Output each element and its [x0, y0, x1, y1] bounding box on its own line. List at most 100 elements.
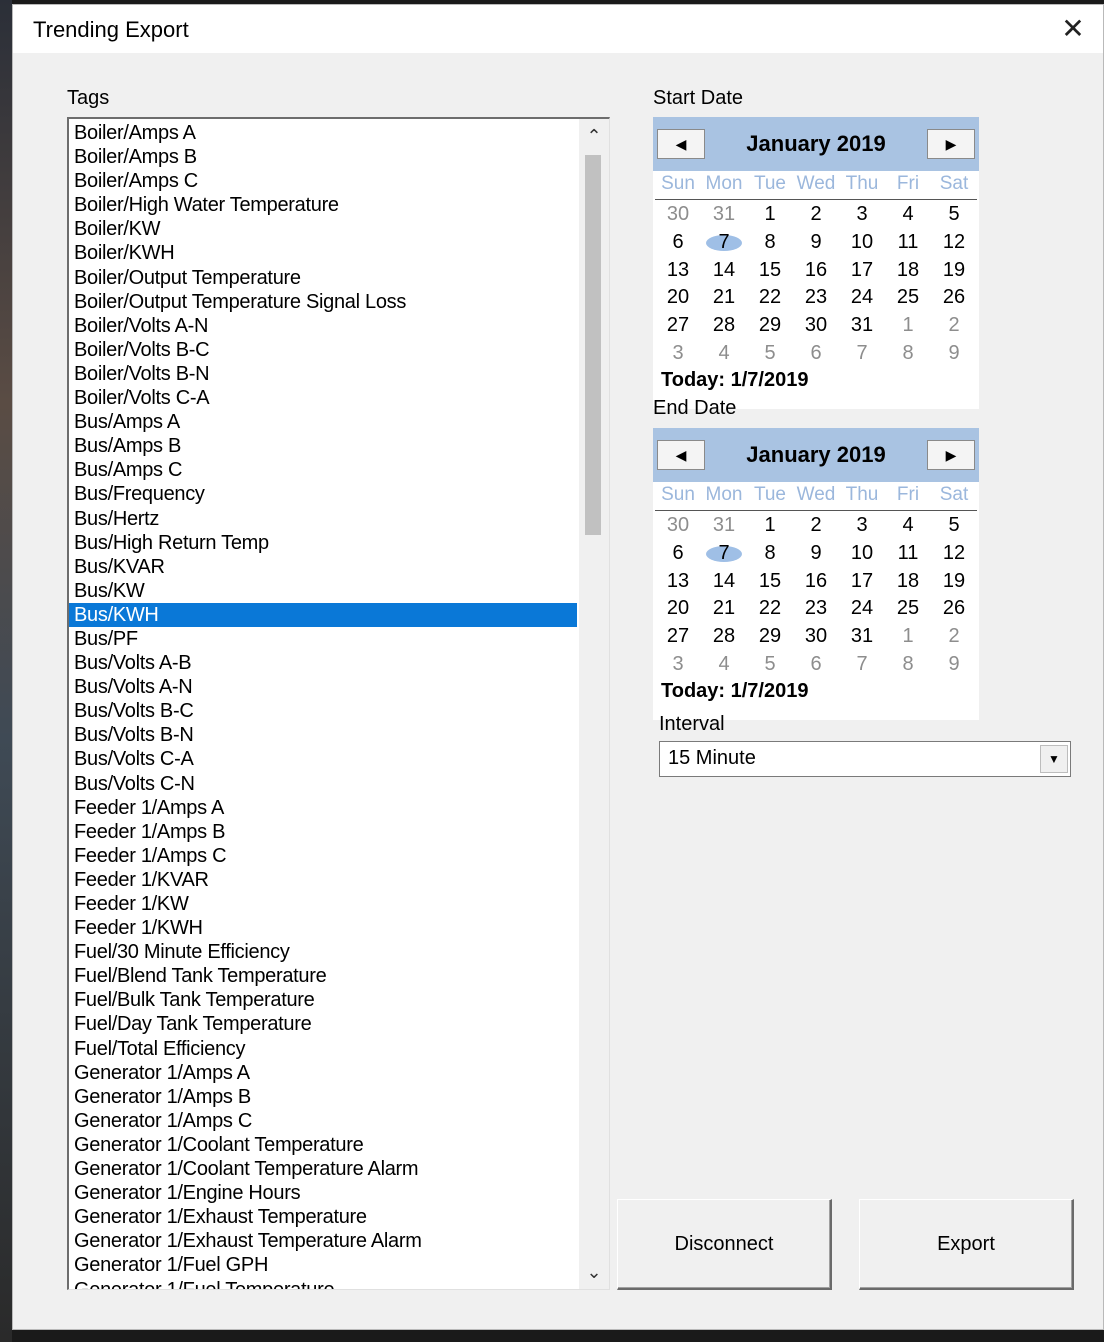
- calendar-day[interactable]: 21: [701, 595, 747, 623]
- tag-list-item[interactable]: Bus/Amps A: [69, 410, 577, 434]
- calendar-day[interactable]: 15: [747, 257, 793, 285]
- calendar-day[interactable]: 8: [747, 540, 793, 568]
- tag-list-item[interactable]: Bus/KW: [69, 579, 577, 603]
- tag-list-item[interactable]: Bus/Hertz: [69, 507, 577, 531]
- calendar-day[interactable]: 13: [655, 257, 701, 285]
- calendar-day[interactable]: 8: [747, 229, 793, 257]
- calendar-day[interactable]: 12: [931, 540, 977, 568]
- tag-list-item[interactable]: Bus/Amps C: [69, 458, 577, 482]
- scroll-up-button[interactable]: ⌃: [579, 121, 609, 151]
- tag-list-item[interactable]: Boiler/Volts A-N: [69, 314, 577, 338]
- calendar-day[interactable]: 18: [885, 257, 931, 285]
- calendar-day[interactable]: 29: [747, 312, 793, 340]
- tags-scrollbar[interactable]: ⌃ ⌄: [579, 119, 609, 1289]
- tag-list-item[interactable]: Bus/Volts B-N: [69, 723, 577, 747]
- tag-list-item[interactable]: Bus/Volts C-N: [69, 772, 577, 796]
- previous-month-button[interactable]: ◀: [657, 440, 705, 470]
- tag-list-item[interactable]: Generator 1/Engine Hours: [69, 1181, 577, 1205]
- calendar-day[interactable]: 19: [931, 257, 977, 285]
- calendar-day[interactable]: 21: [701, 284, 747, 312]
- tag-list-item[interactable]: Generator 1/Amps B: [69, 1085, 577, 1109]
- tag-list-item[interactable]: Boiler/Amps C: [69, 169, 577, 193]
- calendar-day[interactable]: 9: [793, 229, 839, 257]
- calendar-day[interactable]: 5: [747, 340, 793, 368]
- tag-list-item[interactable]: Bus/Volts A-N: [69, 675, 577, 699]
- next-month-button[interactable]: ▶: [927, 129, 975, 159]
- scroll-thumb[interactable]: [585, 155, 601, 535]
- calendar-day[interactable]: 30: [655, 201, 701, 229]
- calendar-day[interactable]: 26: [931, 595, 977, 623]
- today-link[interactable]: Today: 1/7/2019: [661, 680, 808, 703]
- calendar-day[interactable]: 6: [655, 229, 701, 257]
- calendar-day[interactable]: 23: [793, 284, 839, 312]
- calendar-day[interactable]: 2: [793, 512, 839, 540]
- calendar-day[interactable]: 20: [655, 284, 701, 312]
- end-date-calendar[interactable]: ◀ January 2019 ▶ Sun Mon Tue Wed Thu Fri Sat 3…: [653, 428, 979, 720]
- tag-list-item[interactable]: Feeder 1/KVAR: [69, 868, 577, 892]
- calendar-day[interactable]: 3: [655, 340, 701, 368]
- tag-list-item[interactable]: Feeder 1/KWH: [69, 916, 577, 940]
- tag-list-item[interactable]: Bus/Volts C-A: [69, 747, 577, 771]
- tag-list-item[interactable]: Generator 1/Amps C: [69, 1109, 577, 1133]
- calendar-day[interactable]: 22: [747, 284, 793, 312]
- calendar-day[interactable]: 8: [885, 651, 931, 679]
- calendar-day[interactable]: 20: [655, 595, 701, 623]
- calendar-day[interactable]: 5: [747, 651, 793, 679]
- calendar-day[interactable]: 7: [839, 340, 885, 368]
- calendar-day[interactable]: 1: [885, 623, 931, 651]
- calendar-day[interactable]: 9: [931, 651, 977, 679]
- calendar-day[interactable]: 14: [701, 568, 747, 596]
- today-link[interactable]: Today: 1/7/2019: [661, 369, 808, 392]
- calendar-day[interactable]: 22: [747, 595, 793, 623]
- calendar-day[interactable]: 3: [655, 651, 701, 679]
- calendar-day[interactable]: 3: [839, 512, 885, 540]
- calendar-day[interactable]: 10: [839, 229, 885, 257]
- calendar-day[interactable]: 19: [931, 568, 977, 596]
- calendar-day[interactable]: 4: [701, 651, 747, 679]
- calendar-day[interactable]: 2: [931, 312, 977, 340]
- calendar-day[interactable]: 25: [885, 284, 931, 312]
- calendar-day[interactable]: 6: [793, 340, 839, 368]
- calendar-day[interactable]: 1: [885, 312, 931, 340]
- calendar-day[interactable]: 5: [931, 201, 977, 229]
- tag-list-item[interactable]: Boiler/Volts B-C: [69, 338, 577, 362]
- calendar-day[interactable]: 1: [747, 201, 793, 229]
- calendar-day[interactable]: 3: [839, 201, 885, 229]
- calendar-day[interactable]: 17: [839, 568, 885, 596]
- calendar-day[interactable]: 30: [793, 623, 839, 651]
- calendar-day[interactable]: 2: [793, 201, 839, 229]
- tag-list-item[interactable]: Fuel/Day Tank Temperature: [69, 1012, 577, 1036]
- tag-list-item[interactable]: Feeder 1/Amps B: [69, 820, 577, 844]
- tag-list-item[interactable]: Bus/Amps B: [69, 434, 577, 458]
- tag-list-item[interactable]: Fuel/Blend Tank Temperature: [69, 964, 577, 988]
- tag-list-item[interactable]: Generator 1/Exhaust Temperature Alarm: [69, 1229, 577, 1253]
- calendar-day[interactable]: 24: [839, 595, 885, 623]
- calendar-day[interactable]: 1: [747, 512, 793, 540]
- calendar-day[interactable]: 28: [701, 312, 747, 340]
- tag-list-item[interactable]: Bus/Frequency: [69, 482, 577, 506]
- calendar-day[interactable]: 30: [793, 312, 839, 340]
- calendar-day[interactable]: 14: [701, 257, 747, 285]
- calendar-day[interactable]: 15: [747, 568, 793, 596]
- disconnect-button[interactable]: Disconnect: [617, 1199, 832, 1290]
- calendar-day[interactable]: 31: [701, 201, 747, 229]
- calendar-day[interactable]: 26: [931, 284, 977, 312]
- calendar-day[interactable]: 11: [885, 229, 931, 257]
- calendar-day[interactable]: 30: [655, 512, 701, 540]
- next-month-button[interactable]: ▶: [927, 440, 975, 470]
- tag-list-item[interactable]: Generator 1/Fuel GPH: [69, 1253, 577, 1277]
- export-button[interactable]: Export: [859, 1199, 1074, 1290]
- calendar-day[interactable]: 25: [885, 595, 931, 623]
- calendar-day[interactable]: 10: [839, 540, 885, 568]
- tag-list-item[interactable]: Feeder 1/KW: [69, 892, 577, 916]
- calendar-day[interactable]: 5: [931, 512, 977, 540]
- tag-list-item[interactable]: Generator 1/Fuel Temperature: [69, 1278, 577, 1290]
- scroll-down-button[interactable]: ⌄: [579, 1257, 609, 1287]
- calendar-day[interactable]: 6: [655, 540, 701, 568]
- calendar-day[interactable]: 24: [839, 284, 885, 312]
- tag-list-item[interactable]: Boiler/Amps A: [69, 121, 577, 145]
- calendar-day[interactable]: 9: [793, 540, 839, 568]
- tag-list-item[interactable]: Bus/PF: [69, 627, 577, 651]
- tag-list-item[interactable]: Boiler/Amps B: [69, 145, 577, 169]
- tag-list-item[interactable]: Bus/Volts B-C: [69, 699, 577, 723]
